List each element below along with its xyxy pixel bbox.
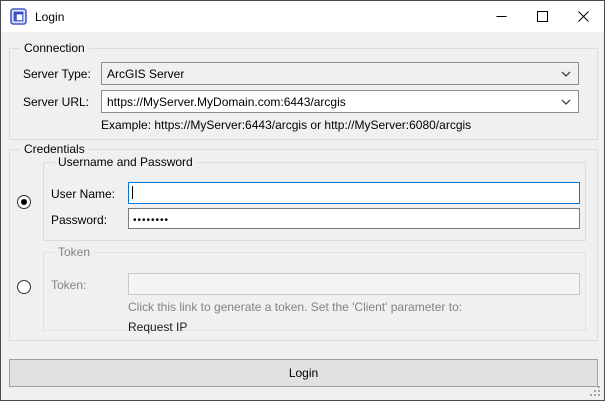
text-cursor <box>132 186 133 199</box>
server-url-value: https://MyServer.MyDomain.com:6443/arcgi… <box>107 95 346 109</box>
server-type-dropdown[interactable]: ArcGIS Server <box>101 62 579 85</box>
server-url-example-text: Example: https://MyServer:6443/arcgis or… <box>101 118 471 133</box>
server-url-label: Server URL: <box>23 95 89 110</box>
server-url-combobox[interactable]: https://MyServer.MyDomain.com:6443/arcgi… <box>101 90 579 113</box>
password-input[interactable] <box>128 208 580 229</box>
password-label: Password: <box>51 213 107 228</box>
close-button[interactable] <box>563 1 604 32</box>
caption-buttons <box>481 1 604 32</box>
login-button[interactable]: Login <box>9 359 598 387</box>
window-title: Login <box>35 10 64 24</box>
chevron-down-icon <box>561 99 571 105</box>
username-password-group-label: Username and Password <box>54 155 197 169</box>
close-icon <box>578 11 589 22</box>
token-hint-text: Click this link to generate a token. Set… <box>128 300 462 315</box>
maximize-button[interactable] <box>522 1 563 32</box>
connection-group-label: Connection <box>20 41 89 55</box>
token-group-label: Token <box>54 245 94 259</box>
token-label: Token: <box>51 278 86 293</box>
user-name-input[interactable] <box>128 182 580 204</box>
chevron-down-icon <box>561 71 571 77</box>
minimize-icon <box>496 11 507 22</box>
server-type-label: Server Type: <box>23 67 91 82</box>
token-input <box>128 273 580 295</box>
resize-grip[interactable] <box>589 385 601 397</box>
title-bar[interactable]: Login <box>1 1 604 32</box>
username-password-radio[interactable] <box>17 195 31 209</box>
login-dialog: Login Connection Server Type: ArcGIS Ser… <box>0 0 605 401</box>
request-ip-text: Request IP <box>128 320 187 335</box>
maximize-icon <box>537 11 548 22</box>
minimize-button[interactable] <box>481 1 522 32</box>
user-name-label: User Name: <box>51 187 115 202</box>
server-type-value: ArcGIS Server <box>107 67 184 81</box>
app-window-icon <box>10 8 27 25</box>
token-radio[interactable] <box>17 280 31 294</box>
credentials-group-label: Credentials <box>20 142 89 156</box>
